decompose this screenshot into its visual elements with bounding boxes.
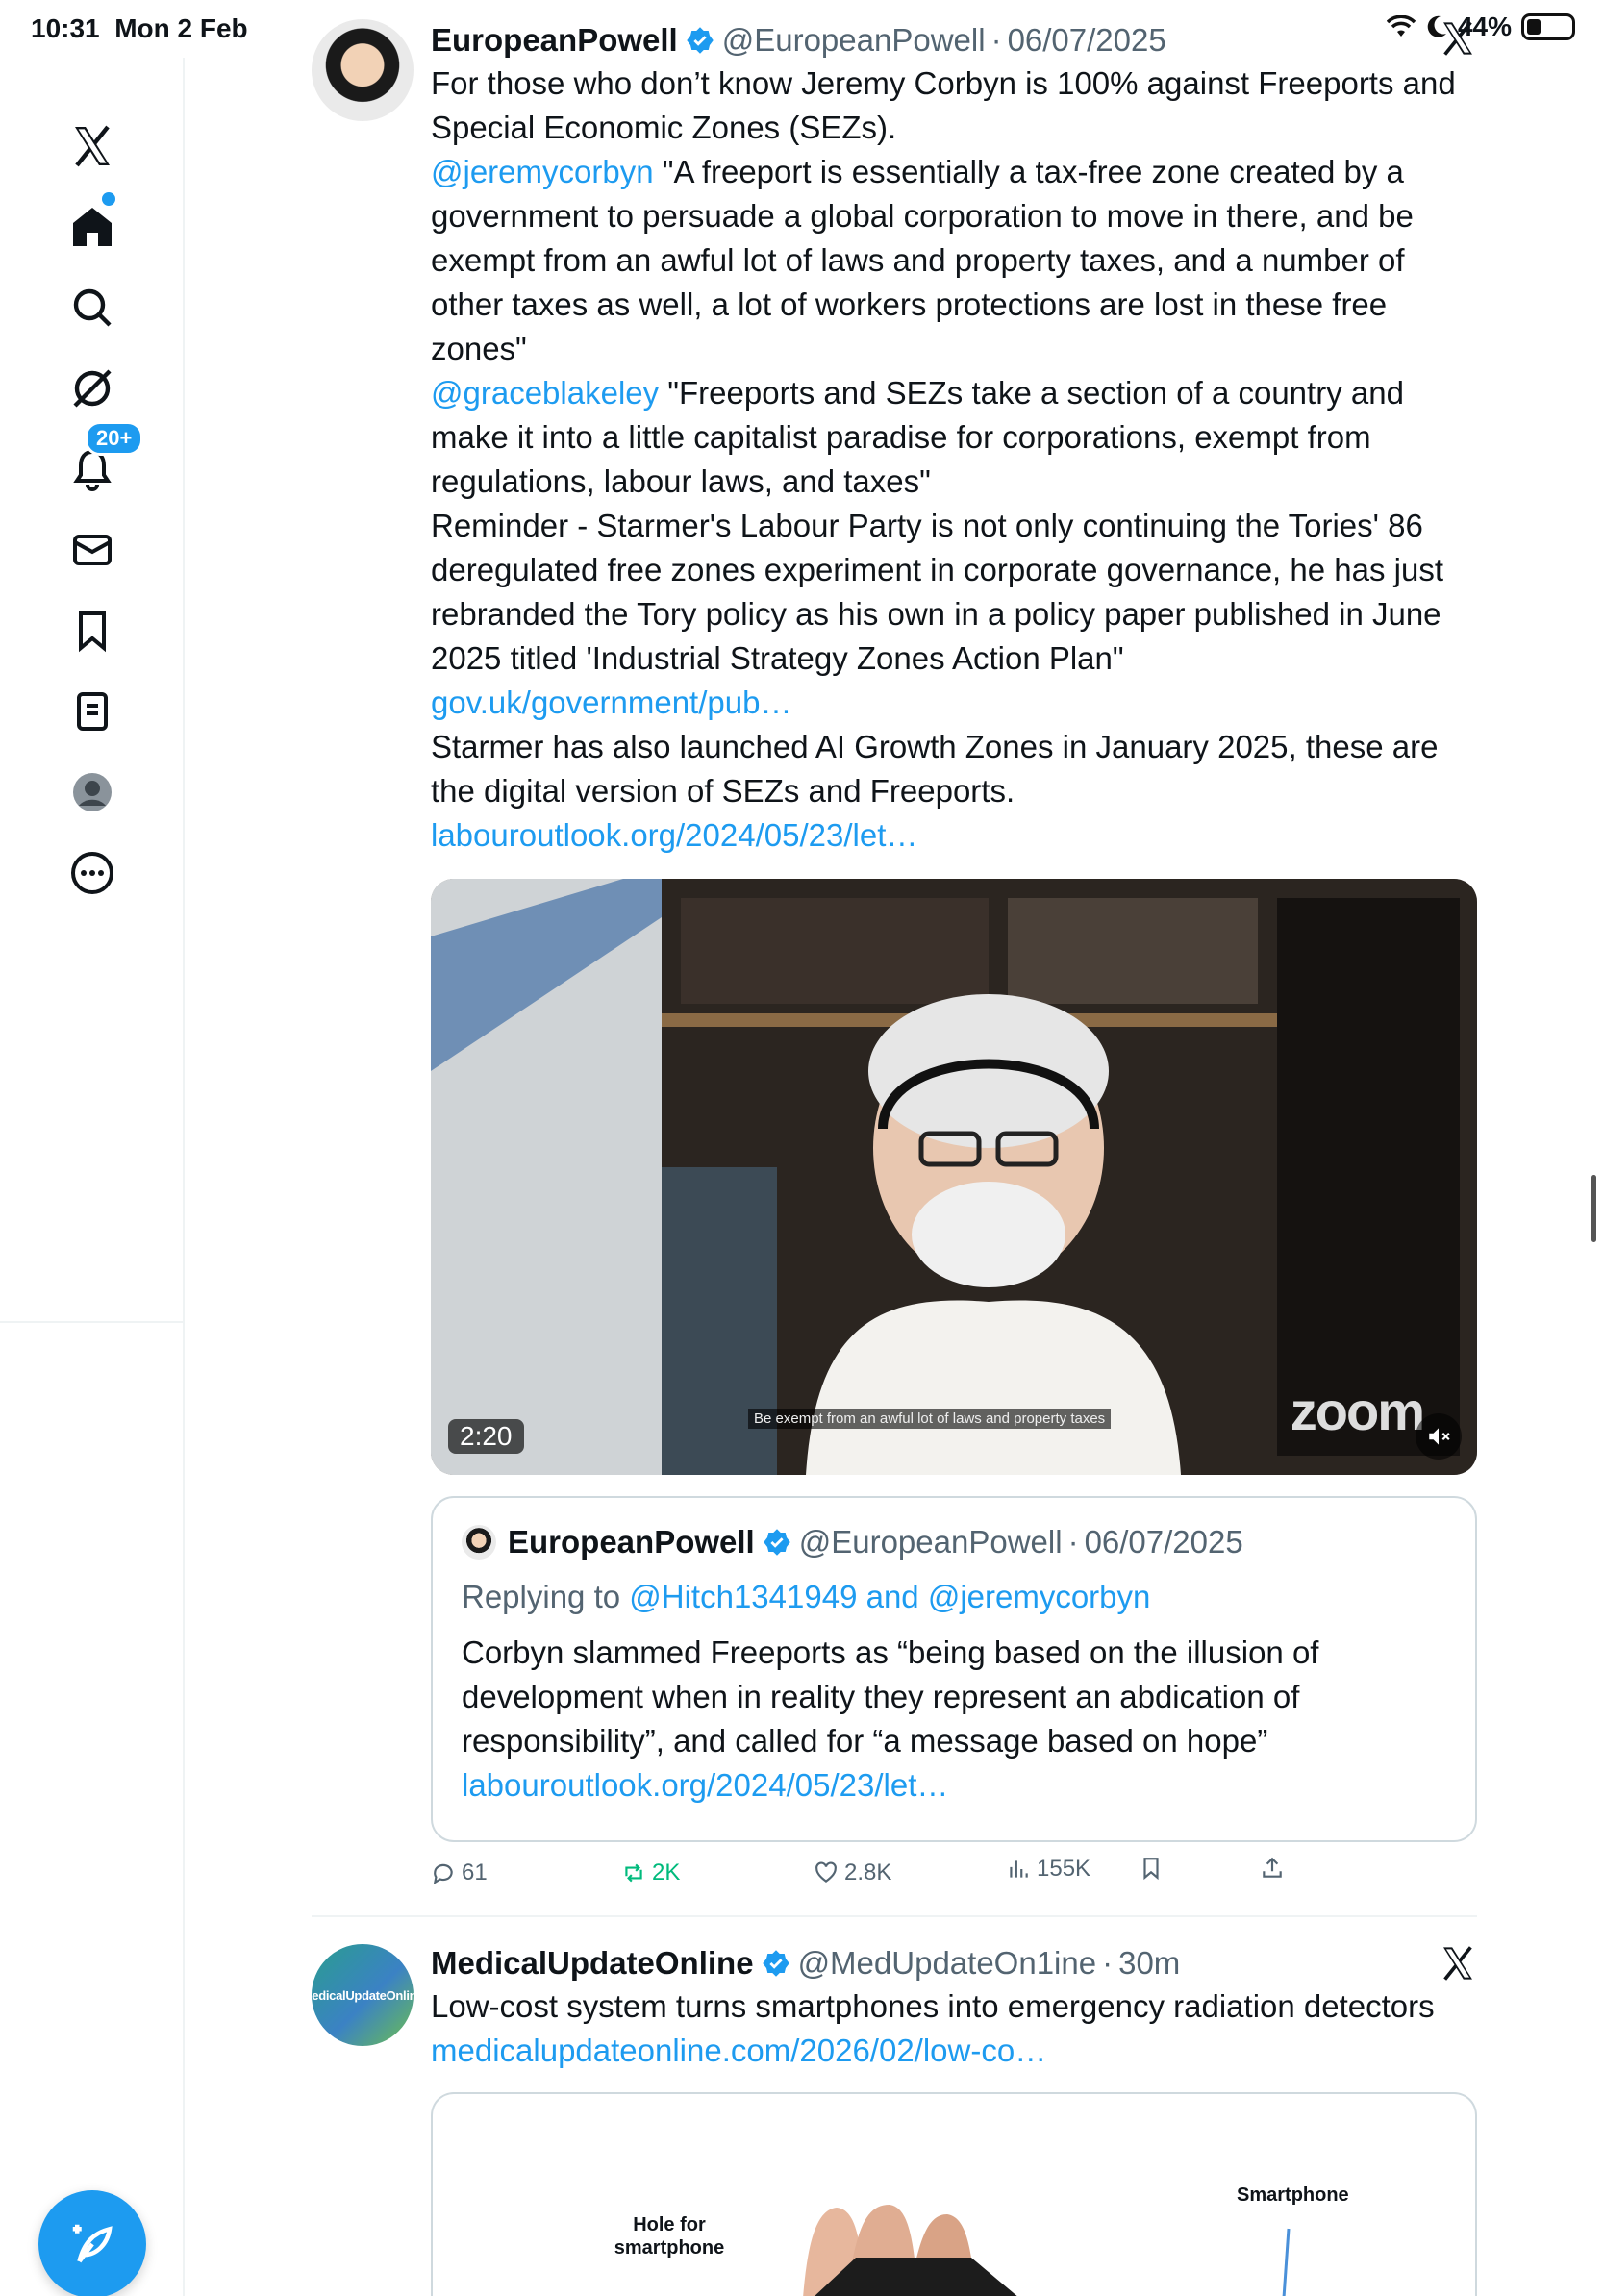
mute-button[interactable] [1416, 1413, 1462, 1460]
tweet-paragraph: Starmer has also launched AI Growth Zone… [431, 729, 1439, 809]
share-button[interactable] [1260, 1856, 1285, 1881]
profile-avatar-icon[interactable] [54, 754, 131, 831]
url-link[interactable]: medicalupdateonline.com/2026/02/low-co… [431, 2033, 1046, 2068]
separator-dot: · [1102, 1945, 1114, 1981]
separator-dot: · [990, 22, 1002, 58]
media-image[interactable]: Hole for smartphone Smartphone [431, 2092, 1477, 2296]
heart-icon [815, 1861, 837, 1883]
url-link[interactable]: labouroutlook.org/2024/05/23/let… [462, 1767, 948, 1803]
mention-link[interactable]: @graceblakeley [431, 375, 659, 411]
tweet-paragraph: For those who don’t know Jeremy Corbyn i… [431, 65, 1456, 145]
reply-count: 61 [462, 1859, 488, 1885]
notifications-icon[interactable]: 20+ [54, 421, 144, 508]
compose-feather-icon [72, 2224, 113, 2263]
quoted-author-handle: @EuropeanPowell [798, 1524, 1063, 1560]
reply-icon [433, 1863, 453, 1884]
tweet-header: MedicalUpdateOnline @MedUpdateOn1ine · 3… [431, 1942, 1477, 1984]
views-button[interactable]: 155K [1006, 1856, 1090, 1883]
verified-badge-icon [686, 27, 714, 54]
tweet-text: Low-cost system turns smartphones into e… [431, 1988, 1435, 2068]
compose-button[interactable] [38, 2190, 146, 2296]
bookmarks-icon[interactable] [54, 592, 131, 669]
author-handle[interactable]: @MedUpdateOn1ine [798, 1945, 1097, 1982]
author-avatar[interactable]: MedicalUpdateOnline [312, 1944, 414, 2046]
quoted-tweet-date: 06/07/2025 [1084, 1524, 1243, 1560]
tweet-actions: 61 2K 2.8K 155K [431, 1856, 1392, 1898]
author-name[interactable]: MedicalUpdateOnline [431, 1945, 754, 1982]
quoted-tweet[interactable]: EuropeanPowell @EuropeanPowell · 06/07/2… [431, 1496, 1477, 1842]
sidebar: 20+ [0, 58, 185, 2296]
grok-icon[interactable] [54, 350, 131, 427]
view-count: 155K [1037, 1856, 1091, 1882]
tweet-header: EuropeanPowell @EuropeanPowell · 06/07/2… [431, 19, 1477, 62]
video-duration: 2:20 [448, 1419, 524, 1454]
search-icon[interactable] [54, 269, 131, 346]
url-link[interactable]: labouroutlook.org/2024/05/23/let… [431, 817, 917, 853]
tweet-date[interactable]: 06/07/2025 [1008, 22, 1166, 59]
quoted-tweet-header: EuropeanPowell @EuropeanPowell · 06/07/2… [508, 1521, 1243, 1563]
quoted-author-avatar [462, 1525, 496, 1560]
replying-to-mentions[interactable]: @Hitch1341949 and @jeremycorbyn [629, 1579, 1150, 1614]
url-link[interactable]: gov.uk/government/pub… [431, 685, 791, 720]
messages-icon[interactable] [54, 512, 131, 588]
tweet-paragraph: Reminder - Starmer's Labour Party is not… [431, 508, 1443, 676]
author-avatar[interactable] [312, 19, 414, 121]
timeline-feed: EuropeanPowell @EuropeanPowell · 06/07/2… [185, 0, 1604, 2296]
bookmark-icon [1143, 1858, 1159, 1881]
replying-to-line: Replying to @Hitch1341949 and @jeremycor… [462, 1579, 1151, 1614]
tweet-text: For those who don’t know Jeremy Corbyn i… [431, 62, 1477, 858]
more-icon[interactable] [54, 835, 131, 911]
author-name[interactable]: EuropeanPowell [431, 22, 678, 59]
repost-icon [625, 1863, 642, 1883]
verified-badge-icon [762, 1950, 789, 1977]
mention-link[interactable]: @jeremycorbyn [431, 154, 654, 189]
scrollbar-thumb[interactable] [1591, 1175, 1596, 1242]
like-count: 2.8K [844, 1859, 892, 1885]
notifications-badge: 20+ [85, 421, 144, 456]
repost-count: 2K [652, 1859, 681, 1885]
separator-dot: · [1067, 1524, 1079, 1560]
home-icon[interactable] [54, 188, 131, 265]
analytics-icon [1010, 1860, 1028, 1878]
x-logo-small-icon[interactable] [1439, 1944, 1477, 1983]
zoom-watermark: zoom [1290, 1381, 1425, 1441]
repost-button[interactable]: 2K [621, 1859, 680, 1886]
speaker-muted-icon [1429, 1428, 1450, 1445]
verified-badge-icon [763, 1529, 790, 1556]
video-caption: Be exempt from an awful lot of laws and … [748, 1409, 1112, 1429]
tweet-paragraph: @jeremycorbyn "A freeport is essentially… [431, 154, 1414, 366]
quoted-tweet-text: Corbyn slammed Freeports as “being based… [462, 1635, 1319, 1803]
avatar-logo-text: MedicalUpdateOnline [312, 1987, 414, 2003]
x-logo-small-icon[interactable] [1439, 19, 1477, 58]
lists-icon[interactable] [54, 673, 131, 750]
x-logo-icon[interactable] [54, 108, 131, 185]
tweet-divider [312, 1915, 1477, 1917]
quoted-author-name: EuropeanPowell [508, 1524, 755, 1560]
share-icon [1263, 1857, 1282, 1878]
like-button[interactable]: 2.8K [814, 1859, 891, 1886]
home-unread-dot [102, 192, 115, 206]
reply-button[interactable]: 61 [431, 1859, 488, 1886]
video-player[interactable]: Be exempt from an awful lot of laws and … [431, 879, 1477, 1475]
author-handle[interactable]: @EuropeanPowell [722, 22, 986, 59]
image-label-left: Hole for smartphone [614, 2214, 725, 2259]
tweet-time[interactable]: 30m [1118, 1945, 1180, 1982]
bookmark-button[interactable] [1139, 1856, 1164, 1881]
tweet-paragraph: @graceblakeley "Freeports and SEZs take … [431, 375, 1404, 499]
sidebar-divider [0, 1321, 185, 1323]
image-label-right: Smartphone [1237, 2184, 1349, 2206]
